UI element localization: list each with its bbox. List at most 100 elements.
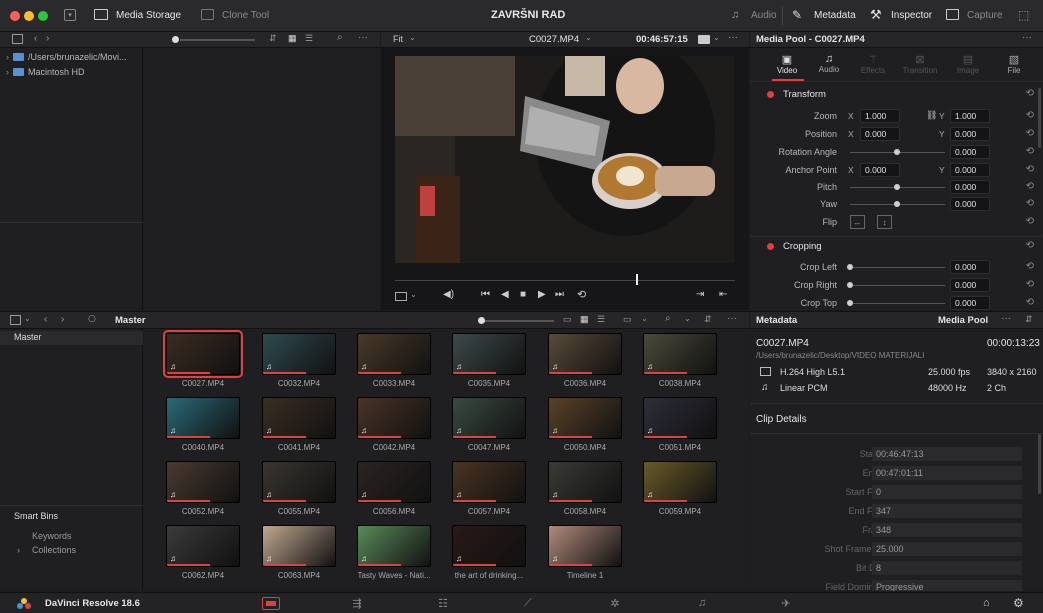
clip-thumbnail[interactable]: ♫ Timeline 1 [546, 525, 624, 581]
clip-thumbnail[interactable]: ♫ C0058.MP4 [546, 461, 624, 517]
crop-left-field[interactable]: 0.000 [950, 260, 990, 274]
media-pool-dropdown[interactable]: Media Pool [938, 315, 988, 326]
clip-thumbnail[interactable]: ♫ C0040.MP4 [164, 397, 242, 453]
metadata-scrollbar-right[interactable] [1038, 434, 1041, 494]
yaw-field[interactable]: 0.000 [950, 197, 990, 211]
inspector-scrollbar[interactable] [1038, 88, 1041, 148]
shot-frame-rate-field[interactable]: 25.000 [872, 542, 1022, 556]
tab-video[interactable]: ▣ Video [764, 53, 810, 75]
bin-item-master[interactable]: Master [0, 331, 143, 345]
fit-zoom-dropdown[interactable]: Fit [393, 34, 403, 44]
playhead[interactable] [636, 274, 639, 285]
reset-icon[interactable]: ⟲ [1026, 261, 1034, 272]
forward-arrow-icon[interactable]: › [46, 33, 49, 44]
cropping-section-header[interactable]: Cropping ⟲ [750, 238, 1042, 255]
reset-icon[interactable]: ⟲ [1026, 128, 1034, 139]
chevron-down-icon[interactable]: ⌄ [24, 314, 31, 323]
enable-toggle[interactable] [767, 91, 774, 98]
clip-thumbnail[interactable]: ♫ C0056.MP4 [355, 461, 433, 517]
clone-tool-button[interactable]: Clone Tool [222, 10, 269, 21]
clip-thumbnail[interactable]: ♫ C0062.MP4 [164, 525, 242, 581]
slider-knob[interactable] [894, 201, 900, 207]
clip-thumbnail[interactable]: ♫ C0063.MP4 [260, 525, 338, 581]
metadata-button[interactable]: Metadata [814, 10, 856, 21]
list-view-icon[interactable]: ☰ [597, 314, 605, 325]
play-icon[interactable]: ▶ [538, 289, 546, 300]
chevron-down-icon[interactable]: ▾ [64, 9, 76, 21]
crop-top-slider[interactable] [850, 303, 945, 304]
pitch-field[interactable]: 0.000 [950, 180, 990, 194]
cut-page-tab[interactable]: ⇶ [337, 597, 377, 610]
reset-icon[interactable]: ⟲ [1026, 88, 1034, 99]
mark-out-icon[interactable]: ⇤ [719, 289, 727, 300]
slider-knob[interactable] [847, 264, 853, 270]
transform-section-header[interactable]: Transform ⟲ [750, 86, 1042, 103]
clip-thumbnail[interactable]: ♫ C0035.MP4 [450, 333, 528, 389]
audio-button[interactable]: Audio [751, 10, 777, 21]
thumbnail-size-slider[interactable] [180, 39, 255, 41]
tab-image[interactable]: ▤ Image [946, 53, 990, 75]
home-icon[interactable]: ⌂ [983, 597, 990, 609]
tab-effects[interactable]: ⚚ Effects [851, 53, 895, 75]
stop-icon[interactable]: ■ [520, 289, 526, 300]
sidebar-toggle-icon[interactable] [12, 34, 23, 44]
clip-thumbnail[interactable]: ♫ C0055.MP4 [260, 461, 338, 517]
frames-field[interactable]: 348 [872, 523, 1022, 537]
clip-thumbnail[interactable]: ♫ C0052.MP4 [164, 461, 242, 517]
more-options-icon[interactable]: ··· [728, 32, 738, 43]
position-x-field[interactable]: 0.000 [860, 127, 900, 141]
chevron-down-icon[interactable]: ⌄ [684, 314, 691, 323]
thumbnail-size-slider[interactable] [482, 320, 554, 322]
clip-thumbnail[interactable]: ♫ C0050.MP4 [546, 397, 624, 453]
crop-left-slider[interactable] [850, 267, 945, 268]
chevron-down-icon[interactable]: ⌄ [585, 33, 592, 42]
close-window-button[interactable] [10, 11, 20, 21]
link-icon[interactable]: ⛓ [926, 110, 937, 121]
gear-icon[interactable]: ⚙ [1013, 596, 1024, 610]
tab-audio[interactable]: ♫ Audio [809, 53, 849, 74]
capture-button[interactable]: Capture [967, 10, 1003, 21]
more-options-icon[interactable]: ··· [1001, 313, 1011, 324]
enable-toggle[interactable] [767, 243, 774, 250]
end-tc-field[interactable]: 00:47:01:11 [872, 466, 1022, 480]
minimize-window-button[interactable] [24, 11, 34, 21]
reset-icon[interactable]: ⟲ [1026, 198, 1034, 209]
chevron-down-icon[interactable]: ⌄ [641, 314, 648, 323]
bit-depth-field[interactable]: 8 [872, 561, 1022, 575]
field-dominance-field[interactable]: Progressive [872, 580, 1022, 591]
reset-icon[interactable]: ⟲ [1026, 181, 1034, 192]
media-storage-icon[interactable] [94, 9, 108, 20]
tab-transition[interactable]: ⊠ Transition [895, 53, 945, 75]
back-arrow-icon[interactable]: ‹ [34, 33, 37, 44]
start-frame-field[interactable]: 0 [872, 485, 1022, 499]
loop-icon[interactable]: ⟲ [577, 288, 586, 301]
viewer-timecode[interactable]: 00:46:57:15 [636, 34, 688, 45]
zoom-window-button[interactable] [38, 11, 48, 21]
crop-top-field[interactable]: 0.000 [950, 296, 990, 310]
chevron-down-icon[interactable]: ⌄ [713, 33, 720, 42]
jump-to-end-icon[interactable]: ⏭ [555, 289, 564, 300]
sort-icon[interactable]: ⇵ [704, 314, 712, 325]
viewer-scrubber-track[interactable] [395, 280, 735, 281]
clip-thumbnail[interactable]: ♫ C0047.MP4 [450, 397, 528, 453]
metadata-view-icon[interactable]: ▭ [563, 314, 572, 325]
search-icon[interactable]: ⌕ [337, 32, 343, 43]
clip-thumbnail[interactable]: ♫ C0036.MP4 [546, 333, 624, 389]
chevron-down-icon[interactable]: ⌄ [409, 33, 416, 42]
reset-icon[interactable]: ⟲ [1026, 279, 1034, 290]
flip-vertical-icon[interactable]: ↕ [877, 215, 892, 229]
rotation-field[interactable]: 0.000 [950, 145, 990, 159]
inspector-button[interactable]: Inspector [891, 10, 932, 21]
zoom-x-field[interactable]: 1.000 [860, 109, 900, 123]
bin-list-icon[interactable]: ⎔ [88, 314, 96, 325]
clip-thumbnail[interactable]: ♫ C0042.MP4 [355, 397, 433, 453]
smart-bin-keywords[interactable]: Keywords [32, 531, 72, 541]
clip-thumbnail[interactable]: ♫ the art of drinking... [450, 525, 528, 581]
slider-knob[interactable] [172, 36, 179, 43]
clip-thumbnail[interactable]: ♫ C0032.MP4 [260, 333, 338, 389]
fairlight-page-tab[interactable]: ♫ [682, 597, 722, 609]
fullscreen-icon[interactable]: ⬚ [1018, 8, 1029, 22]
slider-knob[interactable] [894, 149, 900, 155]
display-mode-icon[interactable] [395, 292, 407, 301]
slider-knob[interactable] [478, 317, 485, 324]
